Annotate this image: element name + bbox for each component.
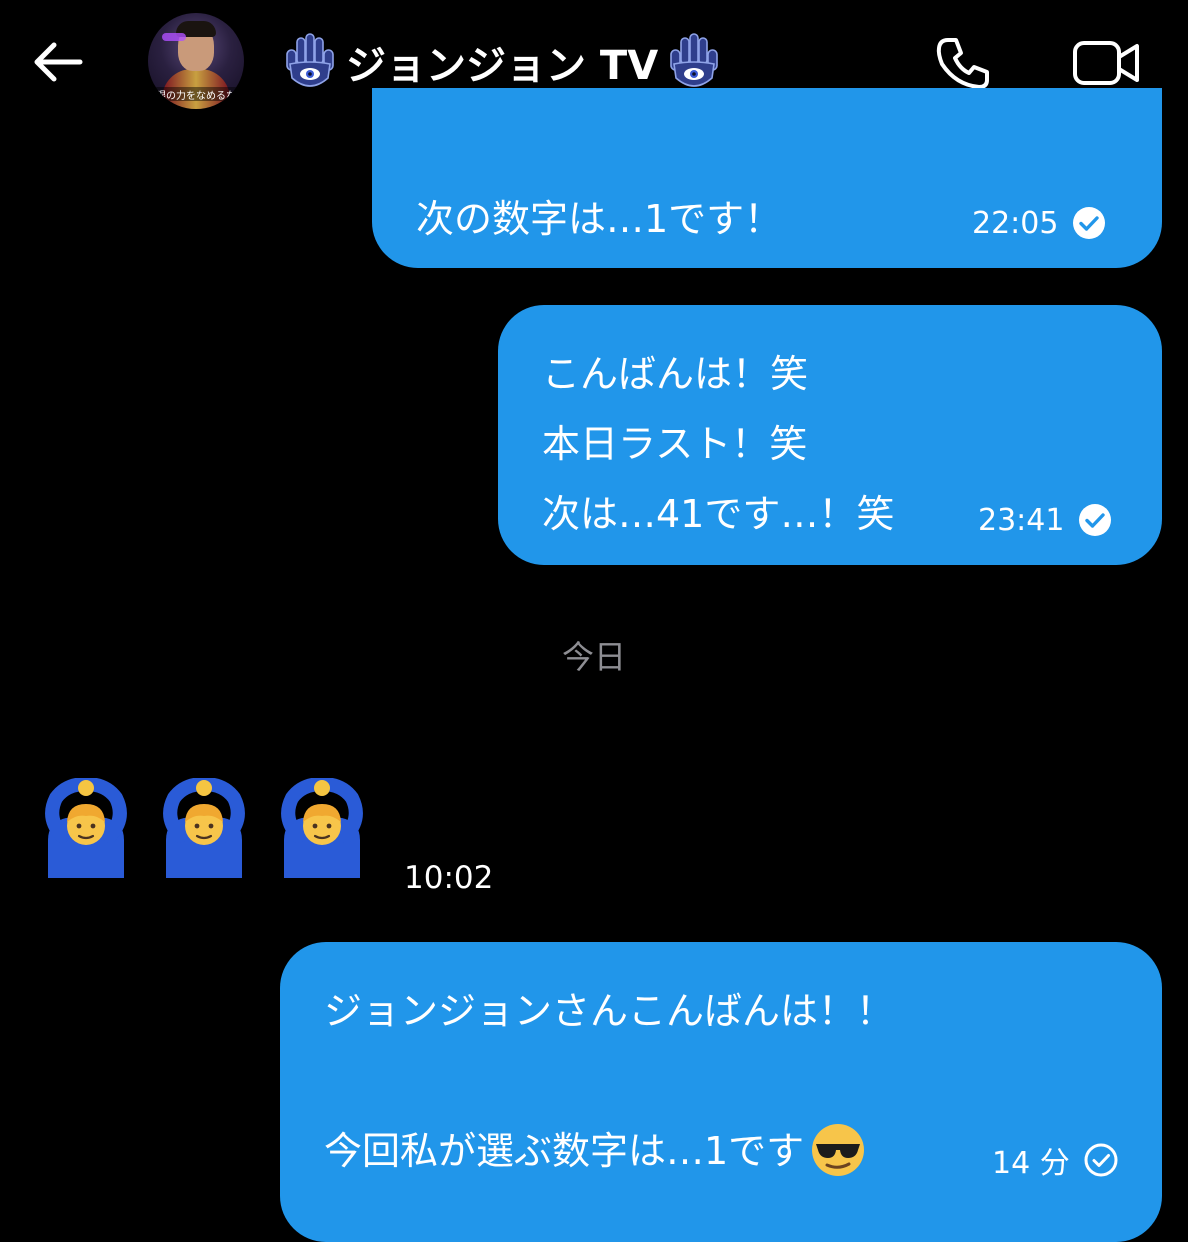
message-text: ジョンジョンさんこんばんは！！ — [324, 989, 895, 1033]
message-text: 本日ラスト！笑 — [542, 422, 808, 466]
message-bubble-sent[interactable]: ジョンジョンさんこんばんは！！ 今回私が選ぶ数字は…1です 14 分 — [280, 942, 1162, 1242]
phone-icon[interactable] — [934, 34, 992, 92]
person-gesturing-ok-icon — [163, 778, 245, 878]
message-text-line: 今回私が選ぶ数字は…1です — [324, 1120, 866, 1178]
message-bubble-sent[interactable]: こんばんは！笑 本日ラスト！笑 次は…41です…！笑 23:41 — [498, 305, 1162, 565]
message-meta: 23:41 — [978, 501, 1114, 539]
hamsa-hand-icon — [286, 33, 334, 87]
person-gesturing-ok-icon — [45, 778, 127, 878]
message-time: 23:41 — [978, 502, 1065, 538]
message-meta: 14 分 — [992, 1138, 1120, 1182]
contact-name[interactable]: ジョンジョン TV — [282, 30, 722, 94]
message-text: 次の数字は…1です！ — [416, 197, 783, 241]
message-meta: 22:05 — [972, 204, 1108, 242]
message-text: 今回私が選ぶ数字は…1です — [324, 1129, 805, 1173]
contact-name-label: ジョンジョン TV — [346, 43, 659, 89]
message-time: 22:05 — [972, 205, 1059, 241]
message-time: 14 分 — [992, 1146, 1070, 1181]
check-circle-icon — [1073, 207, 1106, 239]
message-time: 10:02 — [404, 860, 494, 896]
check-circle-outline-icon — [1084, 1143, 1118, 1177]
date-separator: 今日 — [561, 638, 626, 676]
message-text: 次は…41です…！笑 — [542, 492, 895, 536]
contact-avatar[interactable]: 邪眼の力をなめるなよ — [148, 13, 244, 109]
message-bubble-sent[interactable]: 次の数字は…1です！ 22:05 — [372, 88, 1162, 268]
avatar-banner-text: 邪眼の力をなめるなよ — [152, 87, 240, 101]
person-gesturing-ok-icon — [281, 778, 363, 878]
message-text: こんばんは！笑 — [542, 352, 809, 396]
avatar-eye-glow — [162, 33, 186, 41]
back-arrow-icon[interactable] — [28, 32, 88, 92]
message-received-emoji[interactable] — [36, 778, 372, 878]
video-camera-icon[interactable] — [1072, 40, 1140, 86]
sunglasses-face-icon — [812, 1123, 865, 1176]
hamsa-hand-icon — [670, 33, 718, 87]
check-circle-icon — [1079, 504, 1112, 536]
